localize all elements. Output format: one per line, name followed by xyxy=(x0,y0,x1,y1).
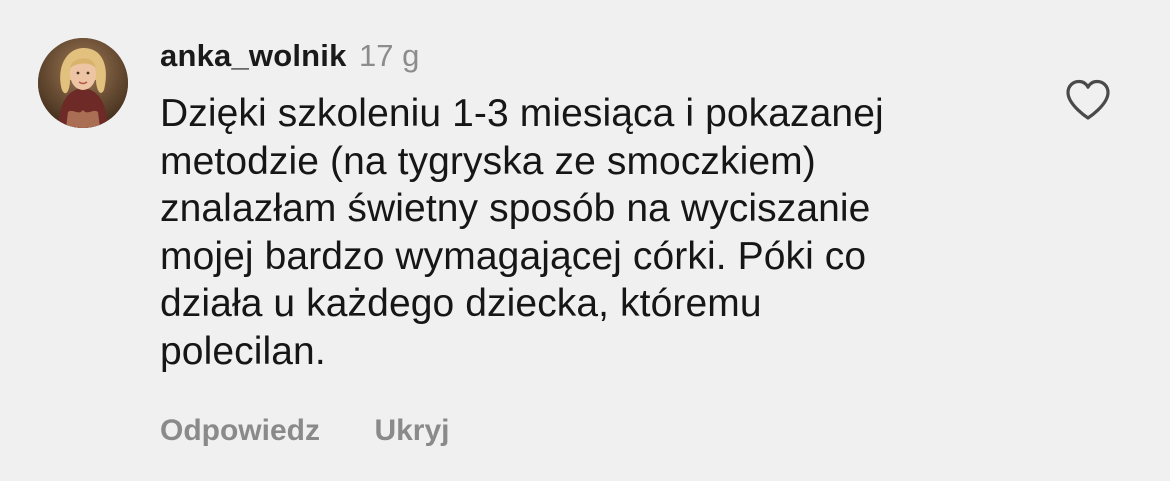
comment-text-line: działa u każdego dziecka, któremu xyxy=(160,282,762,325)
comment-text: Dzięki szkoleniu 1-3 miesiąca i pokazane… xyxy=(160,90,1020,375)
reply-button[interactable]: Odpowiedz xyxy=(160,411,320,451)
avatar[interactable] xyxy=(38,38,128,128)
comment-text-line: polecilan. xyxy=(160,329,326,373)
hide-button[interactable]: Ukryj xyxy=(374,411,449,451)
avatar-photo-icon xyxy=(38,38,128,128)
comment-actions: Odpowiedz Ukryj xyxy=(160,411,1020,451)
comment-screen: anka_wolnik 17 g Dzięki szkoleniu 1-3 mi… xyxy=(0,0,1170,481)
timestamp: 17 g xyxy=(359,38,420,73)
comment-text-line: metodzie (na tygryska ze smoczkiem) xyxy=(160,139,816,183)
heart-outline-icon xyxy=(1066,79,1110,120)
comment-text-line: znalazłam świetny sposób na wyciszanie xyxy=(160,187,871,230)
comment-header: anka_wolnik 17 g xyxy=(160,34,1020,78)
username[interactable]: anka_wolnik xyxy=(160,38,347,73)
comment-text-line: Dzięki szkoleniu 1-3 miesiąca i pokazane… xyxy=(160,92,884,135)
comment: anka_wolnik 17 g Dzięki szkoleniu 1-3 mi… xyxy=(160,34,1020,451)
like-button[interactable] xyxy=(1064,78,1112,122)
comment-text-line: mojej bardzo wymagającej córki. Póki co xyxy=(160,234,867,278)
